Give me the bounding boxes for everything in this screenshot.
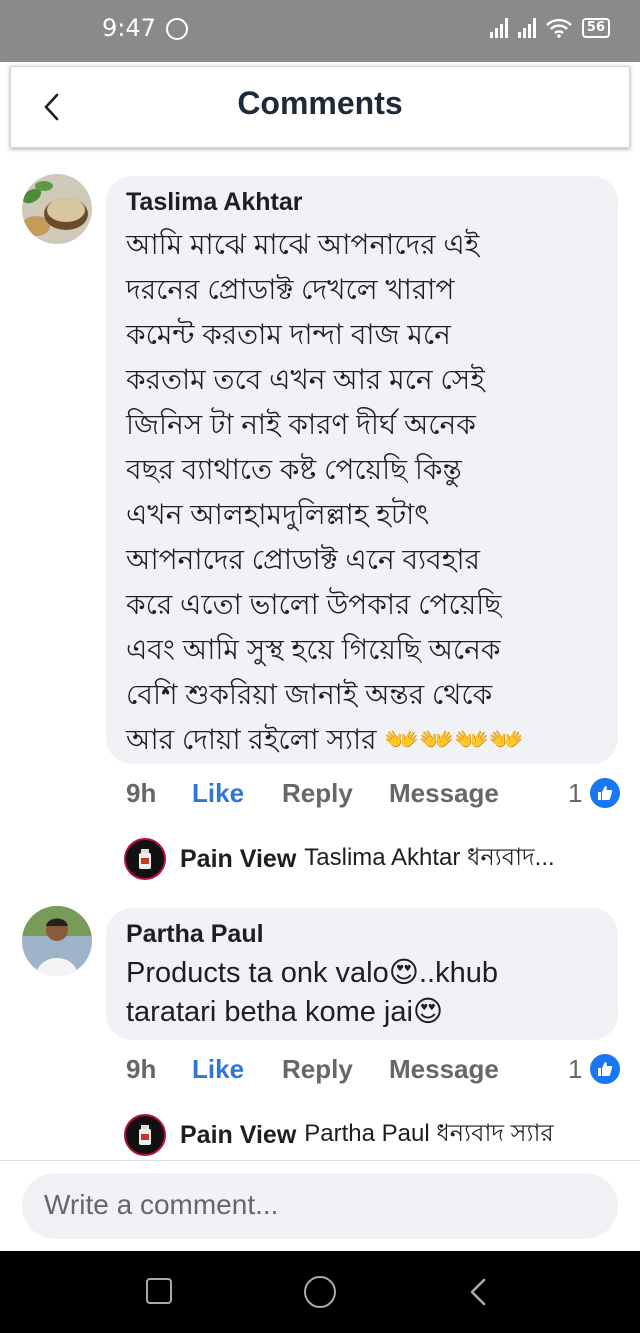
reply-author: Pain View [180,844,297,873]
home-icon[interactable] [304,1276,336,1308]
comment-line: করে এতো ভালো উপকার পেয়েছি [126,589,502,620]
comment-line: আপনাদের প্রোডাক্ট এনে ব্যবহার [126,544,480,575]
comment-author[interactable]: Taslima Akhtar [126,188,302,217]
like-count: 1 [568,1053,583,1084]
like-button[interactable]: Like [192,778,282,809]
comment-line: দরনের প্রোডাক্ট দেখলে খারাপ [126,274,455,305]
comment-actions: 9h Like Reply Message [126,778,499,809]
status-time: 9:47 [102,14,156,42]
comment-line: এবং আমি সুস্থ হয়ে গিয়েছি অনেক [126,634,501,665]
reply-text: Taslima Akhtar ধন্যবাদ... [304,844,555,871]
comment-line: কমেন্ট করতাম দান্দা বাজ মনে [126,319,451,350]
thumbs-up-icon [588,1052,623,1086]
avatar[interactable] [22,174,92,244]
like-count: 1 [568,777,583,808]
comment-time: 9h [126,1054,157,1084]
status-bar: 9:47 56 [0,0,640,62]
comment-input[interactable]: Write a comment... [22,1173,618,1239]
comment-line: আর দোয়া রইলো স্যার 👐👐👐👐 [126,724,524,755]
message-button[interactable]: Message [389,778,499,809]
recent-apps-icon[interactable] [146,1278,172,1304]
system-nav-bar [0,1251,640,1333]
comment-text: Products ta onk valo😍..khub taratari bet… [126,954,498,1032]
comment-line: এখন আলহামদুলিল্লাহ হটাৎ [126,499,430,530]
reaction-count[interactable]: 1 [568,776,623,810]
page-avatar-icon [124,838,166,880]
comment-line: taratari betha kome jai😍 [126,996,444,1028]
comment-line: Products ta onk valo😍..khub [126,957,498,989]
comment-author[interactable]: Partha Paul [126,920,264,949]
comment-time: 9h [126,778,157,808]
header-bar: Comments [10,66,630,148]
reply-preview[interactable]: Pain View Partha Paul ধন্যবাদ স্যার [124,1114,554,1156]
thumbs-up-icon [588,776,623,810]
comment-line: করতাম তবে এখন আর মনে সেই [126,364,485,395]
comment-bubble: Taslima Akhtar আমি মাঝে মাঝে আপনাদের এই … [106,176,618,764]
reply-text: Partha Paul ধন্যবাদ স্যার [304,1120,554,1147]
signal-icon [517,18,536,38]
comment-input-placeholder: Write a comment... [44,1189,279,1220]
reply-button[interactable]: Reply [282,1054,389,1085]
avatar[interactable] [22,906,92,976]
page-title: Comments [237,85,403,121]
comment-text: আমি মাঝে মাঝে আপনাদের এই দরনের প্রোডাক্ট… [126,222,524,762]
reply-button[interactable]: Reply [282,778,389,809]
comment-line: বছর ব্যাথাতে কষ্ট পেয়েছি কিন্তু [126,454,462,485]
comment-line: জিনিস টা নাই কারণ দীর্ঘ অনেক [126,409,476,440]
avatar-image [22,174,92,244]
avatar-image [22,906,92,976]
comment-line: আমি মাঝে মাঝে আপনাদের এই [126,229,480,260]
signal-icon [489,18,508,38]
message-button[interactable]: Message [389,1054,499,1085]
status-icons: 56 [489,18,610,38]
reaction-count[interactable]: 1 [568,1052,623,1086]
reply-author: Pain View [180,1120,297,1149]
page-avatar-icon [124,1114,166,1156]
reply-preview[interactable]: Pain View Taslima Akhtar ধন্যবাদ... [124,838,555,880]
whatsapp-icon [166,18,188,40]
comment-bubble: Partha Paul Products ta onk valo😍..khub … [106,908,618,1040]
back-icon[interactable] [468,1277,488,1307]
comment-composer: Write a comment... [0,1160,640,1251]
wifi-icon [546,18,572,38]
comment-actions: 9h Like Reply Message [126,1054,499,1085]
battery-icon: 56 [581,18,610,38]
comment-line: বেশি শুকরিয়া জানাই অন্তর থেকে [126,679,493,710]
like-button[interactable]: Like [192,1054,282,1085]
